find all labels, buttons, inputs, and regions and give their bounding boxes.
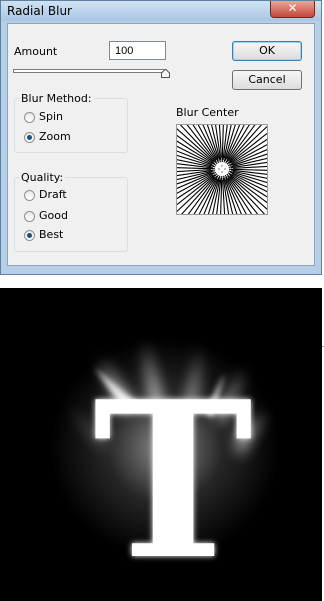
dialog-content: Amount OK Cancel Blur Method: Spin Zoom … (7, 23, 315, 266)
good-label: Good (39, 209, 68, 222)
blur-center-preview[interactable] (160, 107, 284, 231)
best-label: Best (39, 228, 64, 241)
center-mark (218, 168, 220, 170)
center-mark (221, 171, 223, 173)
quality-title: Quality: (19, 171, 66, 184)
spin-radio[interactable] (24, 112, 35, 123)
center-mark (224, 168, 226, 170)
amount-slider-thumb[interactable] (161, 69, 170, 78)
amount-label: Amount (14, 45, 58, 58)
zoom-label: Zoom (39, 130, 71, 143)
blur-center-label: Blur Center (176, 106, 239, 119)
amount-slider-track[interactable] (13, 69, 165, 73)
cancel-button[interactable]: Cancel (232, 70, 302, 90)
spin-label: Spin (39, 110, 63, 123)
zoom-radio[interactable] (24, 132, 35, 143)
dialog-title: Radial Blur (7, 4, 72, 18)
radial-blur-dialog: Radial Blur ✕ Amount OK Cancel Blur Meth… (0, 0, 322, 275)
center-mark (221, 165, 223, 167)
amount-input[interactable] (109, 41, 166, 60)
letter-t: T (93, 354, 253, 601)
blur-method-title: Blur Method: (19, 92, 94, 105)
blur-method-group (14, 98, 128, 153)
close-icon: ✕ (287, 1, 298, 15)
ok-button[interactable]: OK (232, 41, 302, 61)
letter-glow-image: T T (50, 338, 280, 601)
blurred-letter-preview: T T (0, 288, 322, 601)
good-radio[interactable] (24, 211, 35, 222)
best-radio[interactable] (24, 230, 35, 241)
title-bar[interactable]: Radial Blur ✕ (1, 1, 321, 21)
close-button[interactable]: ✕ (270, 1, 315, 18)
draft-radio[interactable] (24, 190, 35, 201)
draft-label: Draft (39, 188, 67, 201)
zoom-rays-icon (160, 107, 284, 231)
